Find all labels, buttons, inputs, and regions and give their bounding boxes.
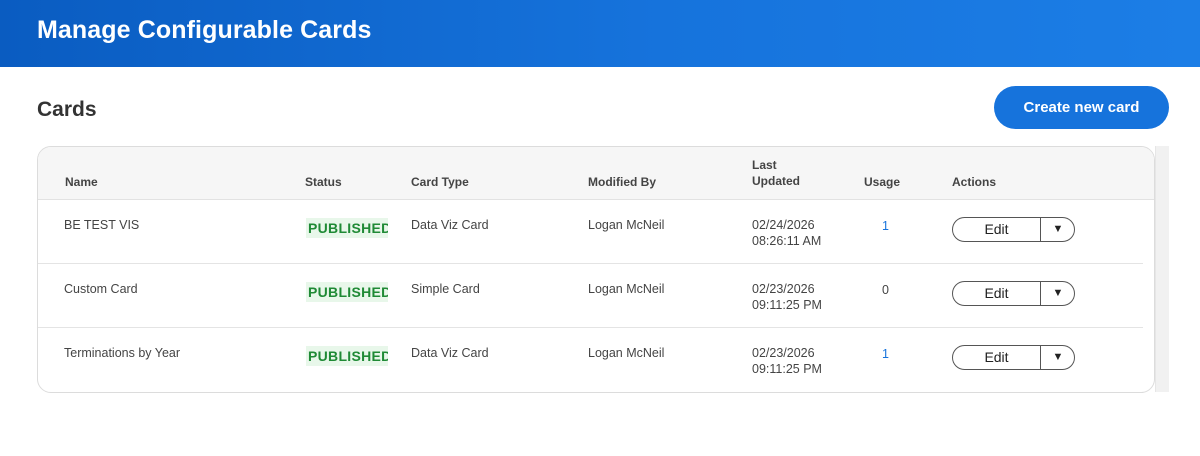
last-updated-time: 08:26:11 AM — [752, 234, 822, 248]
create-new-card-button[interactable]: Create new card — [994, 86, 1169, 129]
modified-by: Logan McNeil — [588, 218, 665, 232]
column-header-card-type[interactable]: Card Type — [411, 174, 469, 190]
column-header-modified-by[interactable]: Modified By — [588, 174, 656, 190]
edit-button[interactable]: Edit — [953, 346, 1040, 369]
card-type: Data Viz Card — [411, 346, 489, 360]
column-header-status[interactable]: Status — [305, 174, 342, 190]
edit-button[interactable]: Edit — [953, 218, 1040, 241]
usage-count: 0 — [882, 283, 889, 297]
column-header-actions: Actions — [952, 175, 997, 189]
page-header: Manage Configurable Cards — [0, 0, 1200, 67]
table-header: Name Status Card Type Modified By Last U… — [38, 147, 1154, 200]
usage-link[interactable]: 1 — [882, 218, 892, 234]
card-type: Data Viz Card — [411, 218, 489, 232]
last-updated-date: 02/23/2026 — [752, 346, 815, 360]
modified-by: Logan McNeil — [588, 282, 665, 296]
table-row: BE TEST VIS PUBLISHED Data Viz Card Loga… — [38, 200, 1143, 264]
table-row: Terminations by Year PUBLISHED Data Viz … — [38, 328, 1143, 392]
chevron-down-icon[interactable]: ▼ — [1041, 346, 1074, 369]
card-name: BE TEST VIS — [64, 218, 140, 232]
chevron-down-icon[interactable]: ▼ — [1041, 282, 1074, 305]
cards-table: Name Status Card Type Modified By Last U… — [37, 146, 1155, 393]
edit-button[interactable]: Edit — [953, 282, 1040, 305]
last-updated-date: 02/24/2026 — [752, 218, 815, 232]
card-name: Custom Card — [64, 282, 138, 296]
column-header-last-updated-line1[interactable]: Last — [752, 157, 777, 173]
table-row: Custom Card PUBLISHED Simple Card Logan … — [38, 264, 1143, 328]
section-title: Cards — [37, 98, 97, 121]
edit-split-button: Edit ▼ — [952, 217, 1075, 242]
last-updated-time: 09:11:25 PM — [752, 298, 822, 312]
usage-link[interactable]: 1 — [882, 346, 892, 362]
vertical-scrollbar[interactable] — [1155, 146, 1169, 392]
edit-split-button: Edit ▼ — [952, 345, 1075, 370]
column-header-last-updated-line2[interactable]: Updated — [752, 173, 800, 189]
column-header-name[interactable]: Name — [65, 174, 98, 190]
status-badge: PUBLISHED — [306, 218, 388, 238]
status-badge: PUBLISHED — [306, 282, 388, 302]
chevron-down-icon[interactable]: ▼ — [1041, 218, 1074, 241]
last-updated-time: 09:11:25 PM — [752, 362, 822, 376]
modified-by: Logan McNeil — [588, 346, 665, 360]
status-badge: PUBLISHED — [306, 346, 388, 366]
card-name: Terminations by Year — [64, 346, 181, 360]
card-type: Simple Card — [411, 282, 480, 296]
last-updated-date: 02/23/2026 — [752, 282, 815, 296]
page-title: Manage Configurable Cards — [37, 16, 372, 44]
edit-split-button: Edit ▼ — [952, 281, 1075, 306]
column-header-usage[interactable]: Usage — [864, 174, 900, 190]
